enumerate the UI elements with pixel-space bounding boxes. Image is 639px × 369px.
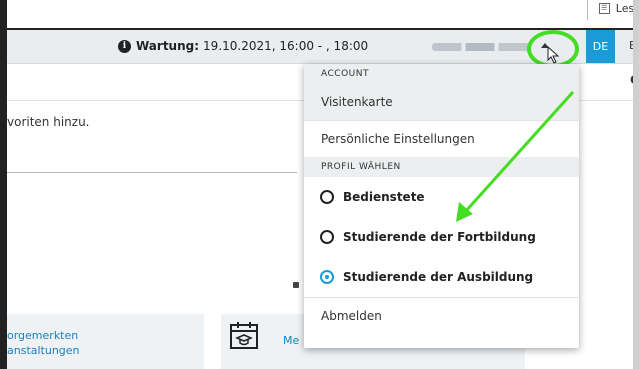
favorites-hint: voriten hinzu. <box>7 115 90 129</box>
account-section-header: ACCOUNT <box>304 64 579 84</box>
profile-option-ausbildung[interactable]: Studierende der Ausbildung <box>304 257 579 297</box>
browser-window: ☰ Lese i Wartung: 19.10.2021, 16:00 - , … <box>0 0 633 369</box>
profile-label: Studierende der Ausbildung <box>343 270 534 284</box>
content-divider <box>7 172 297 173</box>
radio-selected-icon[interactable] <box>320 270 334 284</box>
account-dropdown-menu: ACCOUNT Visitenkarte Persönliche Einstel… <box>304 64 579 348</box>
reader-icon: ☰ <box>598 3 610 14</box>
info-icon: i <box>118 39 131 53</box>
saved-events-card[interactable]: orgemerkten anstaltungen <box>7 314 204 369</box>
profile-label: Studierende der Fortbildung <box>343 230 536 244</box>
language-en-button[interactable]: E <box>629 39 633 52</box>
language-de-button[interactable]: DE <box>586 30 615 63</box>
profile-section-header: PROFIL WÄHLEN <box>304 157 579 177</box>
profile-option-bedienstete[interactable]: Bedienstete <box>304 177 579 217</box>
saved-events-label: orgemerkten anstaltungen <box>7 329 80 357</box>
top-strip: ☰ Lese <box>7 0 633 30</box>
subnav-partial[interactable]: C <box>630 73 633 87</box>
calendar-graduation-icon <box>230 322 258 349</box>
bullet <box>293 282 299 288</box>
menu-item-logout[interactable]: Abmelden <box>304 298 579 334</box>
divider <box>587 0 588 20</box>
profile-option-fortbildung[interactable]: Studierende der Fortbildung <box>304 217 579 257</box>
user-name-blurred[interactable] <box>432 43 530 51</box>
menu-item-business-card[interactable]: Visitenkarte <box>304 84 579 120</box>
maintenance-notice: i Wartung: 19.10.2021, 16:00 - , 18:00 <box>118 39 368 53</box>
reader-link[interactable]: ☰ Lese <box>598 2 633 15</box>
header-bar: i Wartung: 19.10.2021, 16:00 - , 18:00 D… <box>7 30 633 68</box>
profile-label: Bedienstete <box>343 190 425 204</box>
menu-item-personal-settings[interactable]: Persönliche Einstellungen <box>304 121 579 157</box>
radio-unselected-icon[interactable] <box>320 230 334 244</box>
reader-label: Lese <box>615 2 633 15</box>
my-events-label: Me <box>283 334 300 347</box>
maintenance-label: Wartung: <box>136 39 200 53</box>
radio-unselected-icon[interactable] <box>320 190 334 204</box>
annotation-circle <box>527 30 579 68</box>
maintenance-text: 19.10.2021, 16:00 - , 18:00 <box>203 39 369 53</box>
